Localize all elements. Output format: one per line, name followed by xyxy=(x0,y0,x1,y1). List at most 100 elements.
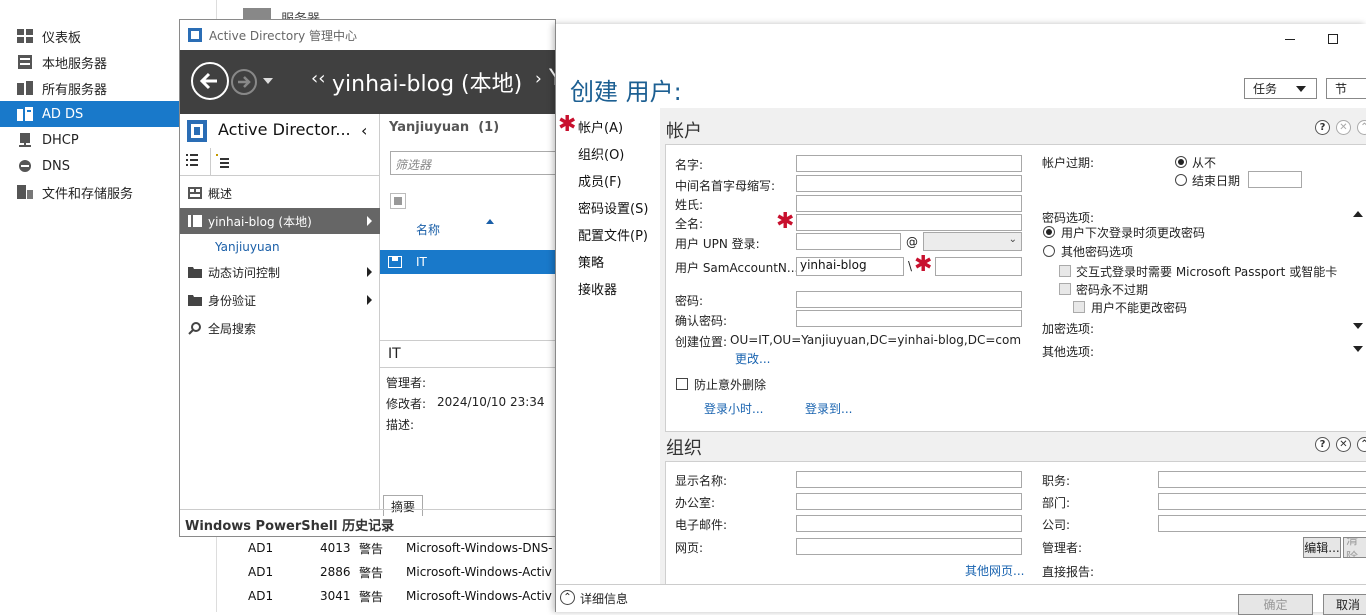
tree-item-dac[interactable]: 动态访问控制 xyxy=(180,259,380,285)
expand-arrow-icon[interactable] xyxy=(1353,323,1363,329)
sort-asc-icon xyxy=(486,219,494,224)
more-info-toggle-icon[interactable]: ⌃ xyxy=(560,590,575,605)
maximize-icon[interactable] xyxy=(1328,34,1338,44)
collapse-section-icon[interactable]: ⌃ xyxy=(1357,120,1366,135)
webpage-input[interactable] xyxy=(796,538,1022,555)
nav-profile[interactable]: 配置文件(P) xyxy=(578,225,648,244)
close-section-icon[interactable]: ✕ xyxy=(1336,120,1351,135)
last-name-label: 姓氏: xyxy=(675,198,704,212)
sidebar-item-label: 仪表板 xyxy=(42,30,82,46)
email-input[interactable] xyxy=(796,515,1022,532)
sam-domain-input[interactable]: yinhai-blog xyxy=(796,257,904,276)
event-row[interactable]: AD1 4013 警告 Microsoft-Windows-DNS- xyxy=(217,536,557,560)
account-section-title: 帐户 xyxy=(666,121,702,142)
powershell-history-bar[interactable]: Windows PowerShell 历史记录 xyxy=(180,509,555,538)
file-storage-icon xyxy=(16,184,34,200)
back-button[interactable] xyxy=(191,62,229,100)
upn-label: 用户 UPN 登录: xyxy=(675,237,760,251)
smartcard-checkbox[interactable] xyxy=(1059,265,1071,277)
adac-app-icon xyxy=(188,28,202,42)
detail-modified-value: 2024/10/10 23:34 xyxy=(437,395,545,409)
nav-policy[interactable]: 策略 xyxy=(578,252,604,271)
expires-end-date-radio[interactable] xyxy=(1175,174,1187,186)
breadcrumb-domain[interactable]: yinhai-blog (本地) xyxy=(332,66,522,98)
tree-item-global-search[interactable]: 全局搜索 xyxy=(180,315,380,341)
other-webpages-link[interactable]: 其他网页... xyxy=(965,562,1024,579)
nav-organization[interactable]: 组织(O) xyxy=(578,144,624,163)
forward-button[interactable] xyxy=(231,69,257,95)
display-name-input[interactable] xyxy=(796,471,1022,488)
direct-reports-label: 直接报告: xyxy=(1042,565,1095,579)
job-title-input[interactable] xyxy=(1158,471,1366,488)
sidebar-item-label: 所有服务器 xyxy=(42,82,108,98)
tree-view-icon[interactable] xyxy=(216,154,238,170)
event-row[interactable]: AD1 3041 警告 Microsoft-Windows-Activ xyxy=(217,584,557,608)
edit-manager-button[interactable]: 编辑... xyxy=(1303,537,1341,558)
other-password-radio[interactable] xyxy=(1043,245,1055,257)
password-input[interactable] xyxy=(796,291,1022,308)
event-row[interactable]: AD1 2886 警告 Microsoft-Windows-Activ xyxy=(217,560,557,584)
department-input[interactable] xyxy=(1158,493,1366,510)
list-row-selected[interactable]: IT xyxy=(380,250,557,274)
nav-password-settings[interactable]: 密码设置(S) xyxy=(578,198,648,217)
adac-window-title: Active Directory 管理中心 xyxy=(209,28,358,43)
close-section-icon[interactable]: ✕ xyxy=(1336,437,1351,452)
sam-account-input[interactable] xyxy=(935,257,1022,276)
collapse-arrow-icon[interactable] xyxy=(1353,211,1363,217)
history-dropdown-icon[interactable] xyxy=(263,78,273,84)
expand-arrow-icon[interactable] xyxy=(367,295,372,305)
confirm-password-input[interactable] xyxy=(796,310,1022,327)
collapse-section-icon[interactable]: ⌃ xyxy=(1357,437,1366,452)
breadcrumb-arrow[interactable]: › xyxy=(535,69,542,89)
list-view-icon[interactable] xyxy=(186,154,208,170)
detail-manager-label: 管理者: xyxy=(386,376,427,390)
cannot-change-checkbox[interactable] xyxy=(1073,301,1085,313)
help-icon[interactable]: ? xyxy=(1315,120,1330,135)
tree-item-overview[interactable]: 概述 xyxy=(180,180,380,206)
dialog-title: 创建 用户: xyxy=(570,78,682,106)
minimize-icon[interactable] xyxy=(1285,39,1295,40)
protect-delete-checkbox[interactable] xyxy=(676,378,688,390)
more-info-label[interactable]: 详细信息 xyxy=(580,590,628,607)
company-input[interactable] xyxy=(1158,515,1366,532)
nav-silos[interactable]: 接收器 xyxy=(578,279,617,298)
full-name-input[interactable] xyxy=(796,214,1022,231)
close-glyph: ✕ xyxy=(1339,439,1348,450)
expires-never-radio[interactable] xyxy=(1175,156,1187,168)
dialog-header: 创建 用户: 任务 节 xyxy=(556,24,1366,108)
tree-item-yanjiuyuan[interactable]: Yanjiuyuan xyxy=(180,234,380,260)
must-change-radio[interactable] xyxy=(1043,226,1055,238)
sections-dropdown[interactable]: 节 xyxy=(1326,78,1366,99)
clear-manager-button[interactable]: 清除 xyxy=(1343,537,1366,558)
column-picker-icon[interactable] xyxy=(390,193,406,209)
help-icon[interactable]: ? xyxy=(1315,437,1330,452)
upn-suffix-dropdown[interactable]: ⌄ xyxy=(923,232,1022,251)
end-date-input[interactable] xyxy=(1248,171,1302,188)
event-id: 3041 xyxy=(320,589,351,603)
server-manager-header: 服务器 xyxy=(217,0,1366,27)
upn-input[interactable] xyxy=(796,233,901,250)
column-header-name[interactable]: 名称 xyxy=(416,221,440,238)
change-location-link[interactable]: 更改... xyxy=(735,350,770,367)
expand-arrow-icon[interactable] xyxy=(367,216,372,226)
logon-hours-link[interactable]: 登录小时... xyxy=(704,400,763,417)
tree-item-domain[interactable]: yinhai-blog (本地) xyxy=(180,208,380,234)
middle-initial-input[interactable] xyxy=(796,175,1022,192)
nav-account[interactable]: 帐户(A) xyxy=(578,117,623,136)
tasks-dropdown[interactable]: 任务 xyxy=(1244,78,1317,99)
tree-item-authentication[interactable]: 身份验证 xyxy=(180,287,380,313)
expand-arrow-icon[interactable] xyxy=(1353,346,1363,352)
sam-separator: \ xyxy=(908,259,913,273)
nav-member-of[interactable]: 成员(F) xyxy=(578,171,622,190)
other-options-label: 其他选项: xyxy=(1042,345,1095,359)
collapse-pane-icon[interactable]: ‹ xyxy=(361,121,367,140)
ok-label: 确定 xyxy=(1263,598,1288,612)
never-expires-checkbox[interactable] xyxy=(1059,283,1071,295)
logon-to-link[interactable]: 登录到... xyxy=(805,400,852,417)
required-star-icon: ✱ xyxy=(776,209,795,234)
office-input[interactable] xyxy=(796,493,1022,510)
expand-arrow-icon[interactable] xyxy=(367,267,372,277)
last-name-input[interactable] xyxy=(796,195,1022,212)
filter-box[interactable]: 筛选器 xyxy=(390,151,560,175)
first-name-input[interactable] xyxy=(796,155,1022,172)
